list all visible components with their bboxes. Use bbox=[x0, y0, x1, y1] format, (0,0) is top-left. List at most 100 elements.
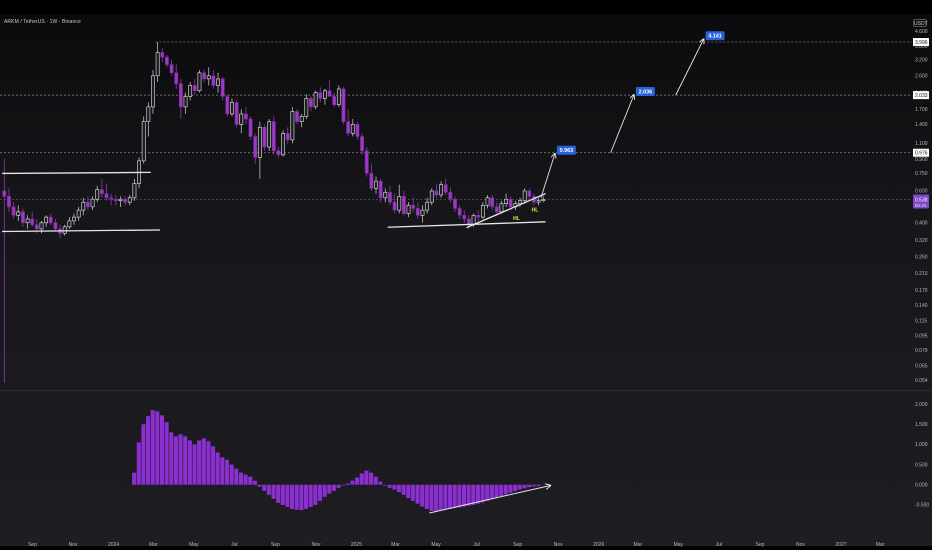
histogram-bar bbox=[443, 484, 448, 510]
candle-body bbox=[174, 72, 179, 85]
candle-body bbox=[109, 197, 114, 200]
histogram-bar bbox=[211, 446, 216, 485]
histogram-bar bbox=[438, 484, 443, 511]
time-tick: Sep bbox=[271, 542, 280, 548]
candle-body bbox=[155, 52, 160, 77]
price-tick: 0.900 bbox=[915, 157, 928, 163]
histogram-bar bbox=[401, 484, 406, 495]
candle-body bbox=[360, 136, 364, 152]
candle-body bbox=[281, 133, 285, 156]
time-tick: Sep bbox=[756, 542, 765, 548]
histogram-bar bbox=[146, 416, 151, 485]
candle-body bbox=[165, 56, 169, 65]
level-price-text: 2.033 bbox=[915, 93, 928, 99]
time-tick: 2024 bbox=[108, 542, 119, 548]
candle-body bbox=[202, 72, 207, 80]
price-tick: 2.600 bbox=[915, 74, 928, 80]
histogram-bar bbox=[262, 484, 267, 491]
histogram-bar bbox=[257, 484, 262, 487]
histogram-bar bbox=[359, 473, 364, 485]
histogram-bar bbox=[327, 484, 332, 494]
oscillator-tick: 0.500 bbox=[915, 462, 928, 468]
histogram-bar bbox=[480, 484, 485, 503]
histogram-bar bbox=[489, 484, 494, 500]
histogram-bar bbox=[536, 484, 541, 486]
histogram-bar bbox=[304, 484, 309, 509]
time-tick: Sep bbox=[513, 542, 522, 548]
candle-body bbox=[76, 209, 81, 218]
candle-body bbox=[411, 204, 416, 209]
histogram-bar bbox=[238, 472, 243, 485]
candle-body bbox=[183, 96, 188, 108]
oscillator-tick: 1.500 bbox=[915, 422, 928, 428]
price-tick: 0.750 bbox=[915, 171, 928, 177]
histogram-bar bbox=[396, 484, 401, 493]
candle-body bbox=[332, 96, 337, 105]
candle-body bbox=[16, 211, 21, 216]
histogram-bar bbox=[452, 484, 457, 509]
candle-body bbox=[420, 209, 425, 216]
candle-body bbox=[225, 96, 230, 115]
candle-body bbox=[276, 150, 281, 156]
time-tick: Jul bbox=[231, 542, 237, 548]
hl-annotation: HL bbox=[513, 216, 520, 222]
histogram-bar bbox=[280, 484, 285, 505]
time-tick: Nov bbox=[554, 542, 563, 548]
projection-arrow[interactable] bbox=[675, 39, 704, 96]
candle-body bbox=[53, 222, 58, 230]
histogram-bar bbox=[322, 484, 327, 497]
time-tick: Jul bbox=[716, 542, 722, 548]
candle-body bbox=[355, 124, 360, 137]
target-label: 4.141 bbox=[705, 31, 725, 41]
countdown-text: 60:20 bbox=[915, 203, 927, 208]
candle-body bbox=[34, 224, 39, 230]
level-price-text: 0.976 bbox=[915, 151, 928, 157]
histogram-bar bbox=[173, 436, 178, 485]
candle-body bbox=[271, 121, 276, 152]
trendline[interactable] bbox=[1, 229, 160, 233]
projection-arrow[interactable] bbox=[610, 95, 634, 153]
histogram-bar bbox=[517, 484, 522, 490]
candle-body bbox=[318, 92, 323, 99]
histogram-bar bbox=[345, 483, 350, 485]
time-tick: May bbox=[189, 542, 199, 548]
bottom-edge bbox=[0, 546, 932, 550]
candle-body bbox=[21, 211, 25, 224]
target-label-text: 0.963 bbox=[560, 148, 574, 154]
histogram-bar bbox=[392, 484, 397, 490]
candle-body bbox=[257, 126, 262, 158]
candle-body bbox=[244, 113, 248, 120]
histogram-bar bbox=[522, 484, 527, 489]
target-label: 2.036 bbox=[635, 87, 655, 97]
candle-body bbox=[99, 189, 104, 194]
trendline[interactable] bbox=[1, 171, 151, 175]
histogram-bar bbox=[336, 484, 341, 488]
candle-body bbox=[336, 88, 341, 105]
price-tick: 0.054 bbox=[915, 378, 928, 384]
candle-body bbox=[527, 190, 532, 197]
candle-body bbox=[141, 121, 146, 162]
candle-body bbox=[453, 198, 457, 209]
candle-body bbox=[480, 204, 485, 218]
histogram-bar bbox=[457, 484, 462, 508]
price-tick: 0.065 bbox=[915, 363, 928, 369]
trendline[interactable] bbox=[387, 221, 546, 228]
candle-body bbox=[113, 198, 118, 201]
projection-arrow[interactable] bbox=[540, 154, 555, 198]
candle-body bbox=[67, 220, 72, 228]
candle-body bbox=[313, 92, 318, 108]
histogram-bar bbox=[364, 470, 369, 485]
histogram-series bbox=[132, 410, 541, 512]
histogram-bar bbox=[410, 484, 415, 501]
candle-body bbox=[267, 121, 272, 148]
candle-body bbox=[132, 183, 137, 199]
candle-body bbox=[72, 216, 76, 222]
level-price-text: 3.996 bbox=[915, 40, 928, 46]
candle-body bbox=[494, 206, 499, 213]
histogram-bar bbox=[466, 484, 471, 506]
candle-body bbox=[44, 216, 49, 224]
histogram-bar bbox=[355, 477, 360, 485]
histogram-bar bbox=[294, 484, 299, 510]
histogram-bar bbox=[331, 484, 336, 491]
price-chart[interactable]: 0.9632.0364.141HLHL4.6003.8003.2002.6002… bbox=[0, 0, 932, 550]
